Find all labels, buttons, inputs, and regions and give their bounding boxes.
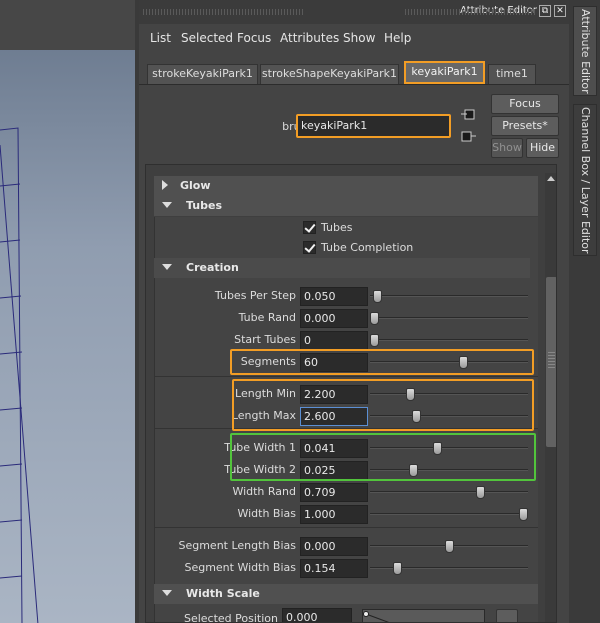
focus-button[interactable]: Focus <box>491 94 559 114</box>
tube-width-1-field[interactable]: 0.041 <box>300 439 368 458</box>
segment-width-bias-field[interactable]: 0.154 <box>300 559 368 578</box>
segments-field[interactable]: 60 <box>300 353 368 372</box>
tubes-per-step-field[interactable]: 0.050 <box>300 287 368 306</box>
scroll-thumb[interactable] <box>546 277 556 447</box>
brush-name-field[interactable]: keyakiPark1 <box>296 114 451 138</box>
start-tubes-slider-track[interactable] <box>370 339 528 341</box>
tube-width-2-field[interactable]: 0.025 <box>300 461 368 480</box>
segment-length-bias-slider-thumb[interactable] <box>444 540 454 553</box>
menu-focus[interactable]: Focus <box>237 31 271 45</box>
length-max-slider-track[interactable] <box>370 415 528 417</box>
show-button[interactable]: Show <box>491 138 523 158</box>
scroll-up-icon[interactable] <box>547 176 555 181</box>
tab-stroke-shape-keyaki-park[interactable]: strokeShapeKeyakiPark1 <box>260 64 399 84</box>
width-scale-graph[interactable] <box>362 609 485 622</box>
segments-slider-track[interactable] <box>370 361 528 363</box>
tab-stroke-keyaki-park[interactable]: strokeKeyakiPark1 <box>147 64 258 84</box>
width-rand-label: Width Rand <box>232 485 296 498</box>
tubes-per-step-label: Tubes Per Step <box>214 289 296 302</box>
start-tubes-label: Start Tubes <box>234 333 296 346</box>
creation-rows: Tubes Per Step 0.050 Tube Rand 0.000 Start T… <box>146 165 556 622</box>
section-width-scale[interactable]: Width Scale <box>154 584 538 604</box>
selected-position-label: Selected Position <box>183 612 278 623</box>
tubes-per-step-slider-thumb[interactable] <box>372 290 382 303</box>
group-divider <box>154 527 538 528</box>
tube-width-2-label: Tube Width 2 <box>224 463 296 476</box>
segment-length-bias-field[interactable]: 0.000 <box>300 537 368 556</box>
group-divider <box>154 376 538 377</box>
length-min-slider-thumb[interactable] <box>405 388 415 401</box>
tube-width-1-slider-track[interactable] <box>370 447 528 449</box>
segments-slider-thumb[interactable] <box>459 356 469 369</box>
title-bar[interactable]: Attribute Editor ⧉ ✕ <box>139 0 569 24</box>
collapse-icon <box>162 590 172 596</box>
graph-expand-button[interactable] <box>496 609 518 622</box>
tab-keyaki-park[interactable]: keyakiPark1 <box>404 61 485 84</box>
selected-position-field[interactable]: 0.000 <box>282 608 352 622</box>
side-tab-strip: Attribute Editor Channel Box / Layer Edi… <box>569 0 600 623</box>
hide-button[interactable]: Hide <box>526 138 559 158</box>
width-rand-slider-track[interactable] <box>370 491 528 493</box>
attribute-editor: Attribute Editor ⧉ ✕ List Selected Focus… <box>139 0 569 623</box>
segment-width-bias-label: Segment Width Bias <box>184 561 296 574</box>
segment-length-bias-label: Segment Length Bias <box>178 539 296 552</box>
width-bias-slider-track[interactable] <box>370 513 528 515</box>
tube-width-2-slider-thumb[interactable] <box>408 464 418 477</box>
close-icon[interactable]: ✕ <box>554 5 566 17</box>
presets-button[interactable]: Presets* <box>491 116 559 136</box>
tube-rand-slider-track[interactable] <box>370 317 528 319</box>
viewport-mesh <box>0 127 39 623</box>
menu-show[interactable]: Show <box>343 31 375 45</box>
length-max-slider-thumb[interactable] <box>411 410 421 423</box>
menu-attributes[interactable]: Attributes <box>280 31 339 45</box>
length-max-field[interactable]: 2.600 <box>300 407 368 426</box>
width-bias-label: Width Bias <box>237 507 296 520</box>
float-icon[interactable]: ⧉ <box>539 5 551 17</box>
output-connection-icon[interactable] <box>461 130 477 144</box>
viewport-panel[interactable] <box>0 0 135 623</box>
tab-attribute-editor-vertical[interactable]: Attribute Editor <box>573 6 597 96</box>
scroll-grip <box>548 352 555 368</box>
width-rand-field[interactable]: 0.709 <box>300 483 368 502</box>
tubes-per-step-slider-track[interactable] <box>370 295 528 297</box>
section-width-scale-label: Width Scale <box>186 587 260 600</box>
scrollbar[interactable] <box>545 173 556 622</box>
tab-time[interactable]: time1 <box>488 64 536 84</box>
tube-rand-label: Tube Rand <box>238 311 296 324</box>
width-bias-slider-thumb[interactable] <box>519 508 528 521</box>
tab-divider <box>139 84 569 85</box>
start-tubes-field[interactable]: 0 <box>300 331 368 350</box>
start-tubes-slider-thumb[interactable] <box>370 334 379 347</box>
width-rand-slider-thumb[interactable] <box>475 486 485 499</box>
graph-curve <box>363 611 390 622</box>
menu-selected[interactable]: Selected <box>181 31 233 45</box>
tube-rand-field[interactable]: 0.000 <box>300 309 368 328</box>
length-max-label: Length Max <box>231 409 296 422</box>
segment-width-bias-slider-thumb[interactable] <box>392 562 402 575</box>
viewport-toolbar-area <box>0 0 135 50</box>
length-min-label: Length Min <box>235 387 296 400</box>
length-min-field[interactable]: 2.200 <box>300 385 368 404</box>
segments-label: Segments <box>240 355 296 368</box>
input-connection-icon[interactable] <box>461 108 477 122</box>
tube-width-1-slider-thumb[interactable] <box>432 442 442 455</box>
attribute-panel: Glow Tubes Tubes Tube Completion Creatio… <box>145 164 557 623</box>
tube-width-1-label: Tube Width 1 <box>224 441 296 454</box>
length-min-slider-track[interactable] <box>370 393 528 395</box>
tube-width-2-slider-track[interactable] <box>370 469 528 471</box>
tab-channel-box-vertical[interactable]: Channel Box / Layer Editor <box>573 104 597 256</box>
tube-rand-slider-thumb[interactable] <box>370 312 379 325</box>
group-divider <box>154 428 538 429</box>
drag-grip-right[interactable] <box>405 9 535 15</box>
menu-list[interactable]: List <box>150 31 171 45</box>
width-bias-field[interactable]: 1.000 <box>300 505 368 524</box>
menu-help[interactable]: Help <box>384 31 411 45</box>
